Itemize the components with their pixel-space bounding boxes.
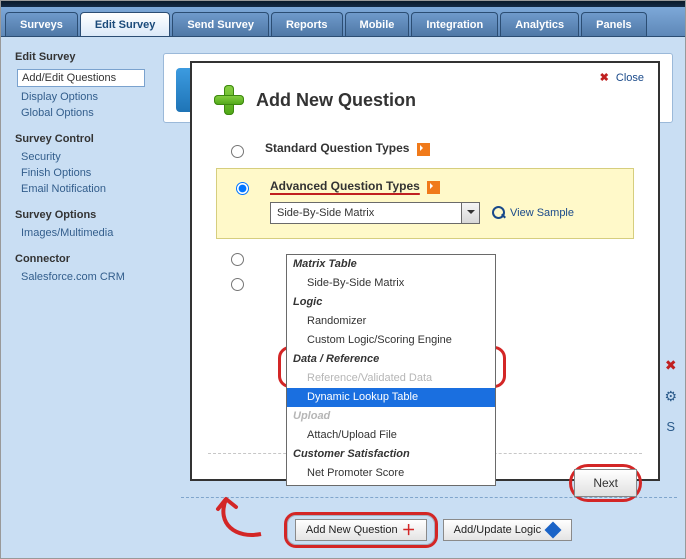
sidebar-head-survey-control: Survey Control	[15, 133, 145, 145]
ddl-opt-reference-validated-data[interactable]: Reference/Validated Data	[287, 369, 495, 388]
next-button[interactable]: Next	[574, 469, 637, 497]
sidebar-head-connector: Connector	[15, 253, 145, 265]
annotation-ring-add-question: Add New Question ＋	[284, 512, 438, 548]
option-extra-2-radio[interactable]	[231, 278, 244, 291]
question-actions-strip: ✖ ⚙ S	[664, 357, 677, 434]
option-advanced-label: Advanced Question Types	[270, 179, 420, 193]
advanced-type-dropdown[interactable]: Matrix Table Side-By-Side Matrix Logic R…	[286, 254, 496, 486]
ddl-group-upload: Upload	[287, 407, 495, 426]
sidebar-item-email-notification[interactable]: Email Notification	[21, 183, 145, 195]
view-sample-link[interactable]: View Sample	[492, 206, 574, 220]
view-sample-label: View Sample	[510, 207, 574, 219]
chevron-down-icon	[461, 203, 479, 223]
plus-icon: ＋	[402, 524, 416, 536]
ddl-group-data-reference: Data / Reference	[287, 350, 495, 369]
logic-icon	[545, 522, 562, 539]
sidebar-head-survey-options: Survey Options	[15, 209, 145, 221]
tab-reports[interactable]: Reports	[271, 12, 343, 36]
option-standard-row: Standard Question Types	[208, 135, 642, 164]
option-extra-1-radio[interactable]	[231, 253, 244, 266]
sidebar-item-global-options[interactable]: Global Options	[21, 107, 145, 119]
sidebar-head-edit-survey: Edit Survey	[15, 51, 145, 63]
sidebar-item-display-options[interactable]: Display Options	[21, 91, 145, 103]
add-new-question-label: Add New Question	[306, 524, 398, 536]
tab-send-survey[interactable]: Send Survey	[172, 12, 269, 36]
sidebar-item-images-multimedia[interactable]: Images/Multimedia	[21, 227, 145, 239]
dialog-title: Add New Question	[256, 90, 416, 111]
advanced-type-selected: Side-By-Side Matrix	[277, 207, 374, 219]
ddl-opt-dynamic-lookup-table[interactable]: Dynamic Lookup Table	[287, 388, 495, 407]
dialog-title-row: Add New Question	[212, 83, 642, 117]
option-advanced-box: Advanced Question Types Side-By-Side Mat…	[216, 168, 634, 239]
close-icon: ✖	[600, 72, 609, 84]
annotation-ring-next: Next	[569, 464, 642, 502]
tab-surveys[interactable]: Surveys	[5, 12, 78, 36]
ddl-group-logic: Logic	[287, 293, 495, 312]
tab-integration[interactable]: Integration	[411, 12, 498, 36]
ddl-opt-custom-logic[interactable]: Custom Logic/Scoring Engine	[287, 331, 495, 350]
tab-panels[interactable]: Panels	[581, 12, 646, 36]
sidebar-item-security[interactable]: Security	[21, 151, 145, 163]
option-standard-label: Standard Question Types	[265, 141, 409, 155]
ddl-opt-randomizer[interactable]: Randomizer	[287, 312, 495, 331]
advanced-type-select[interactable]: Side-By-Side Matrix	[270, 202, 480, 224]
ddl-opt-side-by-side-matrix[interactable]: Side-By-Side Matrix	[287, 274, 495, 293]
sidebar-item-finish-options[interactable]: Finish Options	[21, 167, 145, 179]
ddl-group-customer-satisfaction: Customer Satisfaction	[287, 445, 495, 464]
add-icon	[212, 83, 246, 117]
add-new-question-button[interactable]: Add New Question ＋	[295, 519, 427, 541]
ddl-opt-net-promoter-score[interactable]: Net Promoter Score	[287, 464, 495, 483]
add-update-logic-button[interactable]: Add/Update Logic	[443, 519, 572, 541]
tab-edit-survey[interactable]: Edit Survey	[80, 12, 171, 36]
help-icon[interactable]	[427, 181, 440, 194]
option-standard-radio[interactable]	[231, 145, 244, 158]
question-settings-icon[interactable]: ⚙	[664, 388, 677, 405]
ddl-opt-attach-upload-file[interactable]: Attach/Upload File	[287, 426, 495, 445]
option-advanced-radio[interactable]	[236, 182, 249, 195]
help-icon[interactable]	[417, 143, 430, 156]
dialog-close-label: Close	[616, 72, 644, 84]
add-question-bar: Add New Question ＋ Add/Update Logic	[181, 497, 677, 548]
add-update-logic-label: Add/Update Logic	[454, 524, 541, 536]
dialog-close-button[interactable]: ✖ Close	[600, 71, 644, 84]
tab-analytics[interactable]: Analytics	[500, 12, 579, 36]
sidebar-item-salesforce-crm[interactable]: Salesforce.com CRM	[21, 271, 145, 283]
tab-mobile[interactable]: Mobile	[345, 12, 410, 36]
search-icon	[492, 206, 506, 220]
sidebar: Edit Survey Add/Edit Questions Display O…	[1, 37, 151, 558]
question-settings-label[interactable]: S	[666, 419, 675, 434]
sidebar-item-add-edit-questions[interactable]: Add/Edit Questions	[17, 69, 145, 87]
main-tabs: Surveys Edit Survey Send Survey Reports …	[1, 7, 685, 37]
add-new-question-dialog: ✖ Close Add New Question Standard Questi…	[190, 61, 660, 481]
ddl-group-matrix: Matrix Table	[287, 255, 495, 274]
delete-question-icon[interactable]: ✖	[665, 357, 677, 374]
